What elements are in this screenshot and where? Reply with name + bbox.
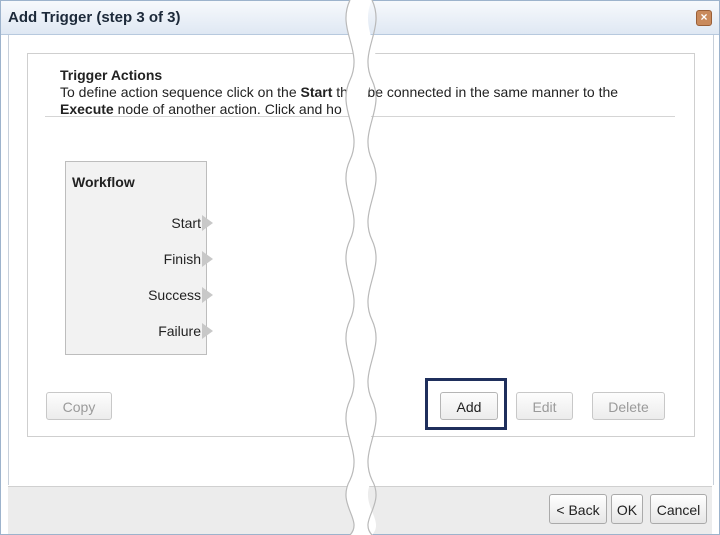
- cancel-button[interactable]: Cancel: [650, 494, 707, 524]
- port-label: Success: [148, 287, 201, 303]
- add-trigger-dialog: Add Trigger (step 3 of 3) × Trigger Acti…: [0, 0, 720, 535]
- copy-button[interactable]: Copy: [46, 392, 112, 420]
- triangle-right-icon[interactable]: [202, 287, 213, 303]
- delete-button[interactable]: Delete: [592, 392, 665, 420]
- port-label: Failure: [158, 323, 201, 339]
- triangle-right-icon[interactable]: [202, 323, 213, 339]
- workflow-title: Workflow: [72, 174, 135, 190]
- desc-start-word: Start: [300, 84, 333, 100]
- desc-text: then be connected in the same manner to …: [332, 84, 619, 100]
- port-failure[interactable]: Failure: [158, 323, 213, 339]
- desc-text: node of another action. Click and ho: [113, 101, 342, 117]
- close-icon[interactable]: ×: [696, 10, 712, 26]
- triangle-right-icon[interactable]: [202, 215, 213, 231]
- panel-separator: [45, 116, 675, 117]
- dialog-title: Add Trigger (step 3 of 3): [8, 9, 181, 26]
- port-label: Finish: [163, 251, 201, 267]
- port-start[interactable]: Start: [171, 215, 213, 231]
- ok-button[interactable]: OK: [611, 494, 643, 524]
- triangle-right-icon[interactable]: [202, 251, 213, 267]
- dialog-titlebar: Add Trigger (step 3 of 3) ×: [1, 1, 719, 35]
- panel-description: To define action sequence click on the S…: [60, 84, 690, 118]
- panel-title: Trigger Actions: [60, 67, 163, 83]
- port-success[interactable]: Success: [148, 287, 213, 303]
- panel-content: Trigger Actions To define action sequenc…: [27, 53, 693, 435]
- edit-button[interactable]: Edit: [516, 392, 573, 420]
- port-label: Start: [171, 215, 201, 231]
- port-finish[interactable]: Finish: [163, 251, 213, 267]
- desc-execute-word: Execute: [60, 101, 114, 117]
- add-button-highlight: [425, 378, 507, 430]
- desc-text: To define action sequence click on the: [60, 84, 301, 100]
- dialog-footer: < Back OK Cancel: [8, 486, 712, 534]
- back-button[interactable]: < Back: [549, 494, 607, 524]
- workflow-node[interactable]: Workflow Start Finish Success Failure: [65, 161, 213, 355]
